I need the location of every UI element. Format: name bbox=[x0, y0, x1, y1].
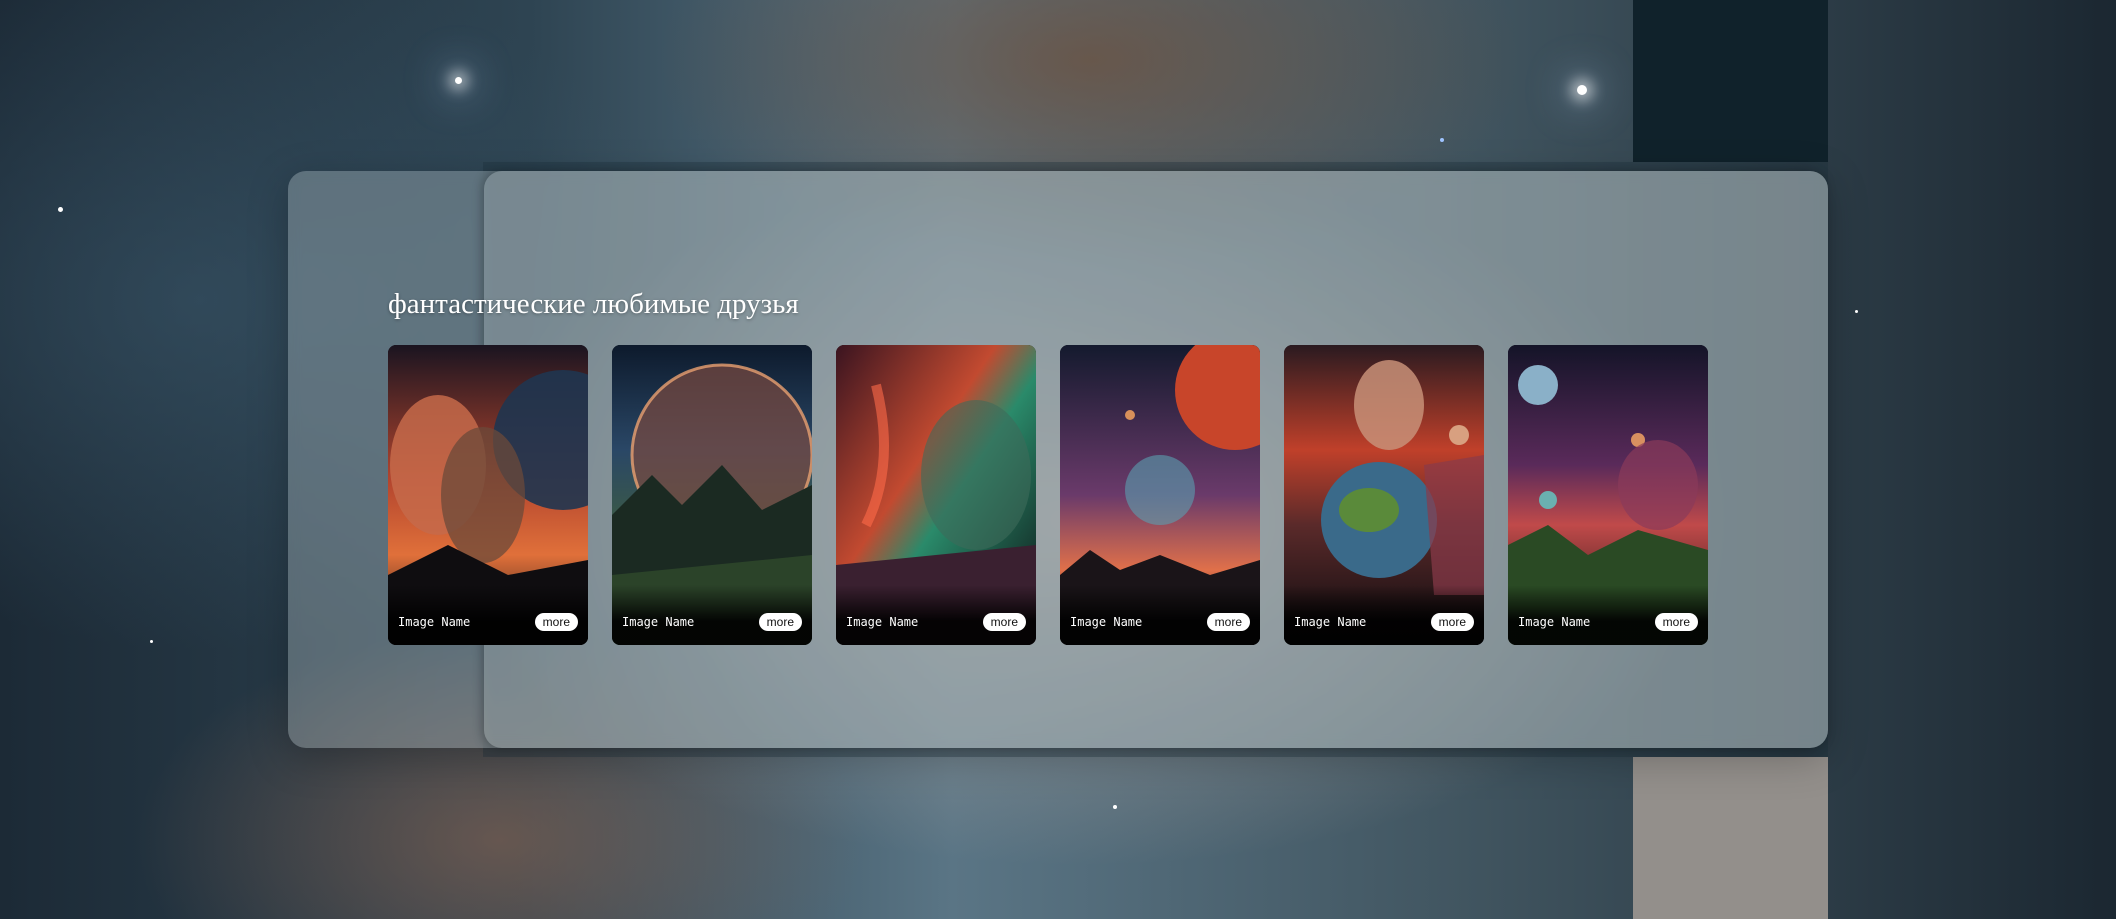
star bbox=[150, 640, 153, 643]
star bbox=[1113, 805, 1117, 809]
gallery-title: фантастические любимые друзья bbox=[388, 288, 799, 320]
more-button[interactable]: more bbox=[1206, 613, 1250, 631]
card-name: Image Name bbox=[622, 615, 695, 629]
star bbox=[1855, 310, 1858, 313]
bright-star bbox=[1577, 85, 1587, 95]
more-button[interactable]: more bbox=[534, 613, 578, 631]
image-card[interactable]: Image Name more bbox=[1060, 345, 1260, 645]
card-name: Image Name bbox=[1294, 615, 1367, 629]
image-card[interactable]: Image Name more bbox=[1508, 345, 1708, 645]
more-button[interactable]: more bbox=[1654, 613, 1698, 631]
card-name: Image Name bbox=[1518, 615, 1591, 629]
card-name: Image Name bbox=[1070, 615, 1143, 629]
more-button[interactable]: more bbox=[758, 613, 802, 631]
decorative-block-top bbox=[1633, 0, 1828, 162]
card-name: Image Name bbox=[846, 615, 919, 629]
bright-star bbox=[455, 77, 462, 84]
image-card[interactable]: Image Name more bbox=[388, 345, 588, 645]
image-card[interactable]: Image Name more bbox=[836, 345, 1036, 645]
image-card[interactable]: Image Name more bbox=[1284, 345, 1484, 645]
more-button[interactable]: more bbox=[982, 613, 1026, 631]
decorative-block-bottom bbox=[1633, 757, 1828, 919]
star bbox=[1440, 138, 1444, 142]
star bbox=[58, 207, 63, 212]
image-card[interactable]: Image Name more bbox=[612, 345, 812, 645]
card-name: Image Name bbox=[398, 615, 471, 629]
more-button[interactable]: more bbox=[1430, 613, 1474, 631]
